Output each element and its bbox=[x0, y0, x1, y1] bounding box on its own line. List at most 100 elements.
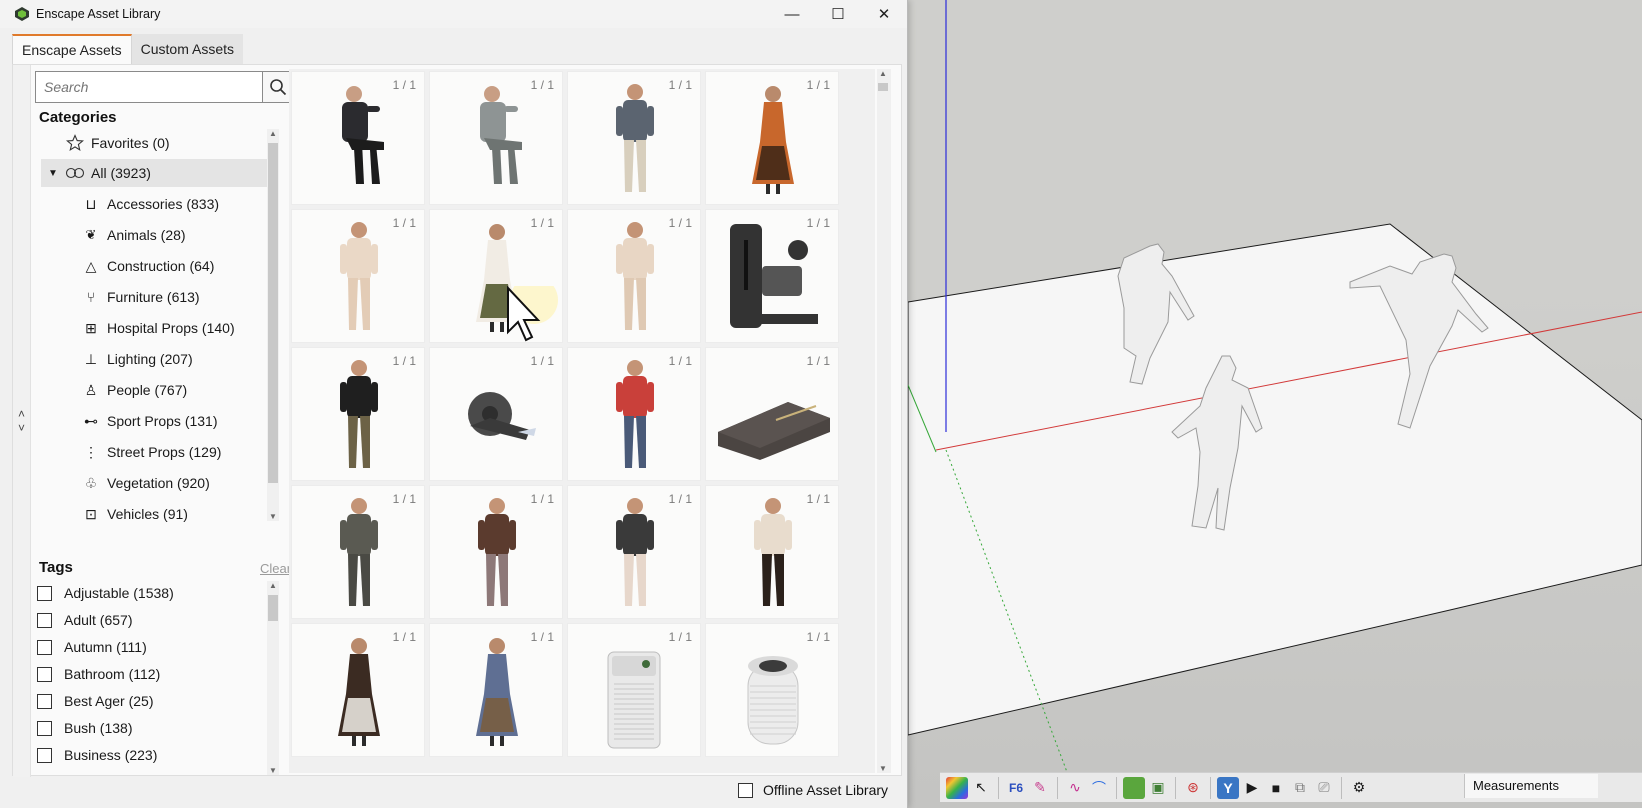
arc-tool-icon[interactable]: ⌒ bbox=[1088, 777, 1110, 799]
category-favorites[interactable]: Favorites (0) bbox=[65, 129, 265, 157]
asset-card-person-beige-cardigan[interactable]: 1 / 1 bbox=[705, 485, 839, 619]
accessories-icon: ⊔ bbox=[85, 195, 97, 212]
compass-icon[interactable]: ⊛ bbox=[1182, 777, 1204, 799]
measurements-box[interactable]: Measurements bbox=[1464, 774, 1598, 798]
asset-card-tape-dispenser[interactable]: 1 / 1 bbox=[429, 347, 563, 481]
color-palette-icon[interactable] bbox=[946, 776, 968, 799]
asset-card-person-red-jacket[interactable]: 1 / 1 bbox=[567, 347, 701, 481]
window-title: Enscape Asset Library bbox=[36, 7, 161, 21]
category-accessories[interactable]: ⊔ Accessories (833) bbox=[81, 190, 271, 218]
tag-adjustable[interactable]: Adjustable (1538) bbox=[37, 580, 174, 606]
scroll-up-arrow-icon[interactable]: ▲ bbox=[877, 69, 889, 78]
category-people[interactable]: ♙ People (767) bbox=[81, 376, 271, 404]
tag-autumn[interactable]: Autumn (111) bbox=[37, 634, 147, 660]
toolbar-divider bbox=[998, 776, 999, 799]
asset-card-step-platform[interactable]: 1 / 1 bbox=[705, 347, 839, 481]
categories-heading: Categories bbox=[39, 109, 117, 126]
scroll-thumb[interactable] bbox=[268, 595, 278, 621]
scroll-down-arrow-icon[interactable]: ▼ bbox=[267, 512, 279, 521]
tag-bush[interactable]: Bush (138) bbox=[37, 715, 132, 741]
asset-card-person-waiter-tray[interactable]: 1 / 1 bbox=[291, 623, 425, 757]
asset-thumbnail bbox=[747, 656, 799, 745]
tag-label: Bush (138) bbox=[64, 720, 133, 736]
scroll-down-arrow-icon[interactable]: ▼ bbox=[267, 766, 279, 775]
asset-card-person-black-sweater[interactable]: 1 / 1 bbox=[291, 347, 425, 481]
category-street-props[interactable]: ⋮ Street Props (129) bbox=[81, 438, 271, 466]
play-icon[interactable]: ▶ bbox=[1241, 777, 1263, 799]
asset-card-air-purifier-round[interactable]: 1 / 1 bbox=[705, 623, 839, 757]
checkbox[interactable] bbox=[37, 585, 52, 601]
asset-card-person-patterned-dress[interactable]: 1 / 1 bbox=[429, 623, 563, 757]
settings-icon[interactable]: ⚙ bbox=[1348, 777, 1370, 799]
select-cursor-icon[interactable]: ↖ bbox=[970, 777, 992, 799]
stop-icon[interactable]: ■ bbox=[1265, 777, 1287, 799]
asset-card-person-sitting-grey-suit[interactable]: 1 / 1 bbox=[429, 71, 563, 205]
toolbar-divider bbox=[1341, 776, 1342, 799]
asset-variant-count: 1 / 1 bbox=[530, 630, 554, 644]
checkbox[interactable] bbox=[37, 612, 52, 628]
category-furniture[interactable]: ⑂ Furniture (613) bbox=[81, 283, 271, 311]
video-icon[interactable]: ⎚ bbox=[1313, 777, 1335, 799]
checkbox[interactable] bbox=[37, 639, 52, 655]
checkbox[interactable] bbox=[37, 720, 52, 736]
tag-label: Adult (657) bbox=[64, 612, 133, 628]
search-input[interactable] bbox=[35, 71, 263, 103]
scroll-thumb[interactable] bbox=[878, 83, 888, 91]
offline-library-toggle[interactable]: Offline Asset Library bbox=[738, 782, 888, 798]
asset-card-air-purifier-square[interactable]: 1 / 1 bbox=[567, 623, 701, 757]
scroll-down-arrow-icon[interactable]: ▼ bbox=[877, 764, 889, 773]
asset-card-person-brown-jacket[interactable]: 1 / 1 bbox=[429, 485, 563, 619]
tab-enscape-assets[interactable]: Enscape Assets bbox=[12, 34, 132, 64]
checkbox[interactable] bbox=[37, 693, 52, 709]
record-icon[interactable]: ⧉ bbox=[1289, 777, 1311, 799]
minimize-button[interactable]: — bbox=[769, 0, 815, 28]
category-sport-props[interactable]: ⊷ Sport Props (131) bbox=[81, 407, 271, 435]
category-label: All (3923) bbox=[91, 165, 151, 181]
category-list: Favorites (0) ▼ All (3923) ⊔ Accessories … bbox=[41, 129, 277, 522]
category-all[interactable]: ▼ All (3923) bbox=[41, 159, 277, 187]
scroll-thumb[interactable] bbox=[268, 143, 278, 483]
tag-best-ager[interactable]: Best Ager (25) bbox=[37, 688, 154, 714]
asset-card-gym-machine[interactable]: 1 / 1 bbox=[705, 209, 839, 343]
terrain-icon[interactable] bbox=[1123, 776, 1145, 799]
curve-tool-icon[interactable]: ∿ bbox=[1064, 777, 1086, 799]
asset-card-person-waving-dark[interactable]: 1 / 1 bbox=[567, 485, 701, 619]
maximize-button[interactable]: ☐ bbox=[815, 0, 861, 28]
asset-card-person-cream-suit-bag[interactable]: 1 / 1 bbox=[567, 209, 701, 343]
tab-bar: Enscape Assets Custom Assets bbox=[12, 34, 243, 64]
category-scrollbar[interactable]: ▲ ▼ bbox=[267, 129, 279, 521]
asset-card-person-grey-outfit[interactable]: 1 / 1 bbox=[291, 485, 425, 619]
tag-business[interactable]: Business (223) bbox=[37, 742, 157, 768]
checkbox[interactable] bbox=[738, 782, 753, 798]
asset-card-person-floral-dress[interactable]: 1 / 1 bbox=[705, 71, 839, 205]
asset-card-person-sitting-dark-suit[interactable]: 1 / 1 bbox=[291, 71, 425, 205]
category-lighting[interactable]: ⊥ Lighting (207) bbox=[81, 345, 271, 373]
asset-grid-scrollbar[interactable]: ▲ ▼ bbox=[877, 69, 891, 773]
category-animals[interactable]: ❦ Animals (28) bbox=[81, 221, 271, 249]
y-tool-icon[interactable]: Y bbox=[1217, 776, 1239, 799]
scroll-up-arrow-icon[interactable]: ▲ bbox=[267, 581, 279, 590]
paint-icon[interactable]: ✎ bbox=[1029, 777, 1051, 799]
close-button[interactable]: ✕ bbox=[861, 0, 907, 28]
category-vehicles[interactable]: ⊡ Vehicles (91) bbox=[81, 500, 271, 528]
tag-label: Autumn (111) bbox=[64, 639, 147, 655]
asset-thumbnail bbox=[340, 360, 378, 468]
category-vegetation[interactable]: ♧ Vegetation (920) bbox=[81, 469, 271, 497]
dumbbell-icon: ⊷ bbox=[84, 412, 98, 429]
tag-bathroom[interactable]: Bathroom (112) bbox=[37, 661, 160, 687]
scroll-up-arrow-icon[interactable]: ▲ bbox=[267, 129, 279, 138]
tags-scrollbar[interactable]: ▲ ▼ bbox=[267, 581, 279, 775]
category-construction[interactable]: △ Construction (64) bbox=[81, 252, 271, 280]
asset-card-person-phone-striped[interactable]: 1 / 1 bbox=[567, 71, 701, 205]
collapse-sidebar-button[interactable]: ˄ ˅ bbox=[13, 65, 31, 777]
fredo-tools-icon[interactable]: F6 bbox=[1005, 777, 1027, 799]
chevron-collapse-icon: ˄ ˅ bbox=[17, 407, 25, 435]
category-hospital-props[interactable]: ⊞ Hospital Props (140) bbox=[81, 314, 271, 342]
checkbox[interactable] bbox=[37, 666, 52, 682]
tag-adult[interactable]: Adult (657) bbox=[37, 607, 132, 633]
asset-card-person-cream-suit[interactable]: 1 / 1 bbox=[291, 209, 425, 343]
tab-custom-assets[interactable]: Custom Assets bbox=[131, 34, 243, 64]
camera-icon[interactable]: ▣ bbox=[1147, 777, 1169, 799]
checkbox[interactable] bbox=[37, 747, 52, 763]
expand-triangle-icon: ▼ bbox=[48, 167, 58, 179]
